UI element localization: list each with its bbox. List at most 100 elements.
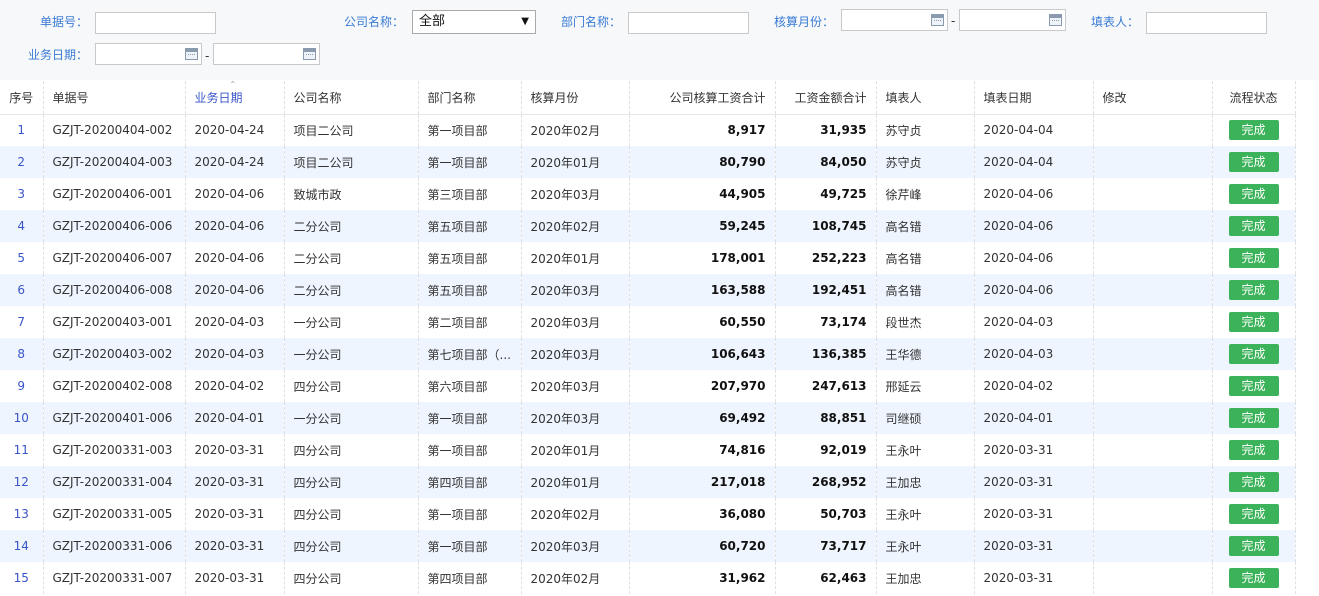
col-filler[interactable]: 填表人 (876, 81, 975, 115)
col-wage-total[interactable]: 工资金额合计 (775, 81, 877, 115)
status-badge[interactable]: 完成 (1228, 248, 1279, 268)
table-row[interactable]: 15 GZJT-20200331-007 2020-03-31 四分公司 第四项目部 20… (0, 562, 1296, 594)
doc-no-input[interactable] (95, 12, 216, 34)
status-badge[interactable]: 完成 (1228, 408, 1279, 428)
status-badge[interactable]: 完成 (1228, 440, 1279, 460)
cell-edit[interactable] (1093, 562, 1213, 594)
status-badge[interactable]: 完成 (1228, 184, 1279, 204)
dept-input[interactable] (628, 12, 749, 34)
status-badge[interactable]: 完成 (1228, 120, 1279, 141)
table-row[interactable]: 10 GZJT-20200401-006 2020-04-01 一分公司 第一项目部 20… (0, 402, 1296, 434)
table-row[interactable]: 2 GZJT-20200404-003 2020-04-24 项目二公司 第一项目部 20… (0, 146, 1296, 178)
col-company[interactable]: 公司名称 (284, 81, 419, 115)
filler-label: 填表人： (1091, 15, 1140, 29)
status-badge[interactable]: 完成 (1228, 312, 1279, 332)
calendar-icon[interactable] (931, 14, 944, 26)
col-fill-date[interactable]: 填表日期 (974, 81, 1094, 115)
table-row[interactable]: 7 GZJT-20200403-001 2020-04-03 一分公司 第二项目部 202… (0, 306, 1296, 338)
cell-edit[interactable] (1093, 274, 1213, 306)
cell-filler: 段世杰 (876, 306, 975, 338)
calendar-icon[interactable] (1049, 14, 1062, 26)
cell-edit[interactable] (1093, 402, 1213, 434)
col-biz-date-label: 业务日期 (194, 90, 243, 105)
cell-biz-date: 2020-03-31 (185, 466, 285, 498)
cell-edit[interactable] (1093, 370, 1213, 402)
col-status[interactable]: 流程状态 (1212, 81, 1296, 115)
cell-edit[interactable] (1093, 210, 1213, 242)
cell-fill-date: 2020-04-01 (974, 402, 1094, 434)
cell-seq[interactable]: 6 (0, 274, 44, 306)
status-badge[interactable]: 完成 (1228, 536, 1279, 556)
cell-edit[interactable] (1093, 498, 1213, 530)
cell-edit[interactable] (1093, 530, 1213, 562)
cell-seq[interactable]: 15 (0, 562, 44, 594)
calendar-icon[interactable] (303, 48, 316, 60)
cell-seq[interactable]: 14 (0, 530, 44, 562)
col-dept[interactable]: 部门名称 (418, 81, 522, 115)
cell-edit[interactable] (1093, 242, 1213, 274)
table-row[interactable]: 3 GZJT-20200406-001 2020-04-06 致城市政 第三项目部 202… (0, 178, 1296, 210)
cell-doc-no: GZJT-20200402-008 (43, 370, 186, 402)
cell-seq[interactable]: 7 (0, 306, 44, 338)
table-row[interactable]: 8 GZJT-20200403-002 2020-04-03 一分公司 第七项目部（..… (0, 338, 1296, 370)
month-start-input[interactable] (841, 9, 948, 31)
status-badge[interactable]: 完成 (1228, 280, 1279, 300)
cell-seq[interactable]: 12 (0, 466, 44, 498)
table-row[interactable]: 12 GZJT-20200331-004 2020-03-31 四分公司 第四项目部 20… (0, 466, 1296, 498)
col-biz-date[interactable]: ⌃ 业务日期 (185, 81, 285, 115)
status-badge[interactable]: 完成 (1228, 216, 1279, 236)
cell-edit[interactable] (1093, 434, 1213, 466)
table-row[interactable]: 4 GZJT-20200406-006 2020-04-06 二分公司 第五项目部 202… (0, 210, 1296, 242)
status-badge[interactable]: 完成 (1228, 344, 1279, 364)
col-seq[interactable]: 序号 (0, 81, 44, 115)
status-badge[interactable]: 完成 (1228, 472, 1279, 492)
cell-edit[interactable] (1093, 338, 1213, 370)
cell-edit[interactable] (1093, 466, 1213, 498)
table-row[interactable]: 11 GZJT-20200331-003 2020-03-31 四分公司 第一项目部 20… (0, 434, 1296, 466)
filler-input[interactable] (1146, 12, 1267, 34)
cell-month: 2020年03月 (521, 530, 630, 562)
cell-edit[interactable] (1093, 178, 1213, 210)
cell-seq[interactable]: 10 (0, 402, 44, 434)
cell-seq[interactable]: 8 (0, 338, 44, 370)
cell-edit[interactable] (1093, 306, 1213, 338)
cell-dept: 第五项目部 (418, 274, 522, 306)
col-doc-no[interactable]: 单据号 (43, 81, 186, 115)
table-row[interactable]: 13 GZJT-20200331-005 2020-03-31 四分公司 第一项目部 20… (0, 498, 1296, 530)
status-badge[interactable]: 完成 (1228, 504, 1279, 524)
table-row[interactable]: 5 GZJT-20200406-007 2020-04-06 二分公司 第五项目部 202… (0, 242, 1296, 274)
col-edit[interactable]: 修改 (1093, 81, 1213, 115)
cell-seq[interactable]: 4 (0, 210, 44, 242)
status-badge[interactable]: 完成 (1228, 376, 1279, 396)
biz-date-start-input[interactable] (95, 43, 202, 65)
status-badge[interactable]: 完成 (1228, 568, 1279, 588)
cell-seq[interactable]: 9 (0, 370, 44, 402)
cell-seq[interactable]: 2 (0, 146, 44, 178)
cell-seq[interactable]: 11 (0, 434, 44, 466)
table-row[interactable]: 1 GZJT-20200404-002 2020-04-24 项目二公司 第一项目部 20… (0, 114, 1296, 146)
doc-no-label: 单据号： (40, 15, 89, 29)
table-row[interactable]: 9 GZJT-20200402-008 2020-04-02 四分公司 第六项目部 202… (0, 370, 1296, 402)
cell-dept: 第二项目部 (418, 306, 522, 338)
table-row[interactable]: 6 GZJT-20200406-008 2020-04-06 二分公司 第五项目部 202… (0, 274, 1296, 306)
cell-edit[interactable] (1093, 114, 1213, 146)
cell-status: 完成 (1212, 274, 1296, 306)
table-row[interactable]: 14 GZJT-20200331-006 2020-03-31 四分公司 第一项目部 20… (0, 530, 1296, 562)
cell-wage-total: 268,952 (775, 466, 877, 498)
cell-seq[interactable]: 1 (0, 114, 44, 146)
cell-status: 完成 (1212, 498, 1296, 530)
cell-biz-date: 2020-04-06 (185, 210, 285, 242)
calendar-icon[interactable] (185, 48, 198, 60)
status-badge[interactable]: 完成 (1228, 152, 1279, 172)
cell-dept: 第四项目部 (418, 562, 522, 594)
col-company-wage[interactable]: 公司核算工资合计 (629, 81, 776, 115)
cell-seq[interactable]: 5 (0, 242, 44, 274)
month-end-input[interactable] (959, 9, 1066, 31)
company-select[interactable]: 全部 ▼ (412, 10, 536, 34)
biz-date-end-input[interactable] (213, 43, 320, 65)
cell-doc-no: GZJT-20200401-006 (43, 402, 186, 434)
cell-seq[interactable]: 13 (0, 498, 44, 530)
cell-edit[interactable] (1093, 146, 1213, 178)
col-month[interactable]: 核算月份 (521, 81, 630, 115)
cell-seq[interactable]: 3 (0, 178, 44, 210)
